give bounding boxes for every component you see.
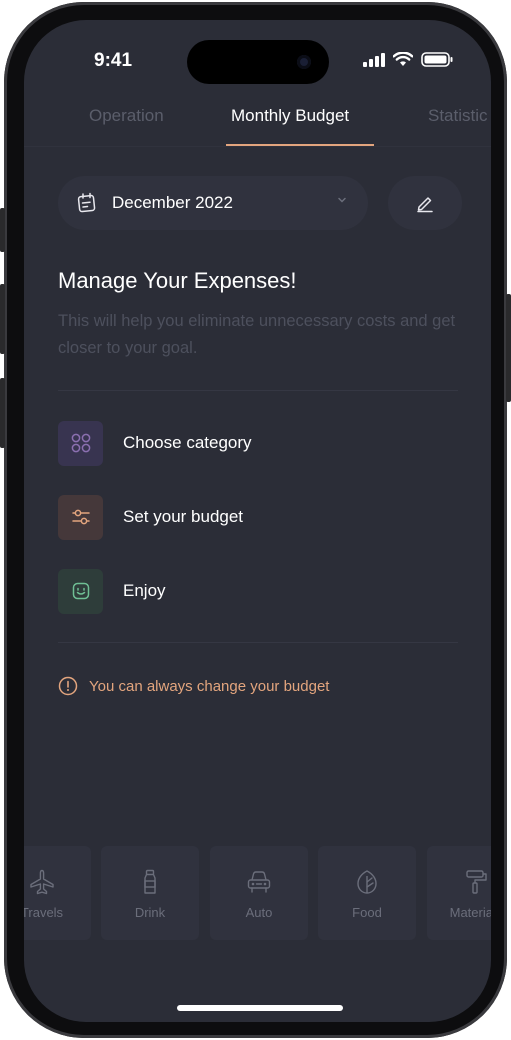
leaf-icon [357,870,377,894]
category-strip[interactable]: Travels Drink Auto Food Materia [24,846,491,941]
camera-icon [297,55,311,69]
divider-bottom [58,642,458,643]
step-label: Set your budget [123,507,244,526]
month-label: December 2022 [112,193,233,212]
category-auto[interactable]: Auto [210,846,308,940]
page-title: Manage Your Expenses! [58,268,297,293]
tab-monthly-budget[interactable]: Monthly Budget [231,106,349,126]
pencil-icon [417,197,433,213]
paint-roller-icon [466,870,487,894]
phone-frame: 9:41 Operation Monthly Budget Statistic … [0,2,511,1038]
power-button [506,294,511,402]
page-subtitle: This will help you eliminate unnecessary… [58,312,456,357]
step-icon-box [58,420,103,466]
category-label: Auto [245,905,273,920]
divider-top [58,390,458,391]
tab-bar: Operation Monthly Budget Statistic [24,106,491,146]
status-time: 9:41 [94,50,133,71]
wifi-icon [393,52,413,66]
category-materials[interactable]: Materials [427,846,491,940]
category-label: Food [352,905,382,920]
volume-down-button [0,378,5,448]
info-icon [58,676,78,696]
step-label: Enjoy [123,581,166,600]
tab-statistic[interactable]: Statistic [428,106,488,126]
step-icon-box [58,494,103,540]
category-label: Travels [24,905,64,920]
tabs-divider [24,146,491,147]
step-choose-category: Choose category [58,420,252,466]
battery-icon [421,52,453,67]
home-indicator[interactable] [177,1005,343,1011]
category-label: Drink [134,905,166,920]
month-selector[interactable]: December 2022 [58,176,368,230]
calendar-icon [77,192,96,213]
dynamic-island [187,40,329,84]
category-travels[interactable]: Travels [24,846,91,940]
category-label: Materials [449,905,491,920]
step-set-budget: Set your budget [58,494,243,540]
plane-icon [30,869,54,895]
note-text: You can always change your budget [89,677,330,695]
step-enjoy: Enjoy [58,568,166,614]
app-screen: 9:41 Operation Monthly Budget Statistic … [24,20,491,1022]
category-grid-icon [71,433,90,453]
tab-operation[interactable]: Operation [89,106,164,126]
silent-switch [0,208,5,252]
bottle-icon [144,869,156,894]
category-food[interactable]: Food [318,846,416,940]
sliders-icon [71,509,90,525]
smile-icon [72,582,89,600]
step-icon-box [58,568,103,614]
edit-button[interactable] [388,176,462,230]
chevron-down-icon [338,197,346,203]
budget-note: You can always change your budget [58,676,329,696]
car-icon [247,871,271,893]
status-icons [363,52,453,67]
category-drink[interactable]: Drink [101,846,199,940]
volume-up-button [0,284,5,354]
step-label: Choose category [123,433,252,452]
cellular-signal-icon [363,52,385,67]
